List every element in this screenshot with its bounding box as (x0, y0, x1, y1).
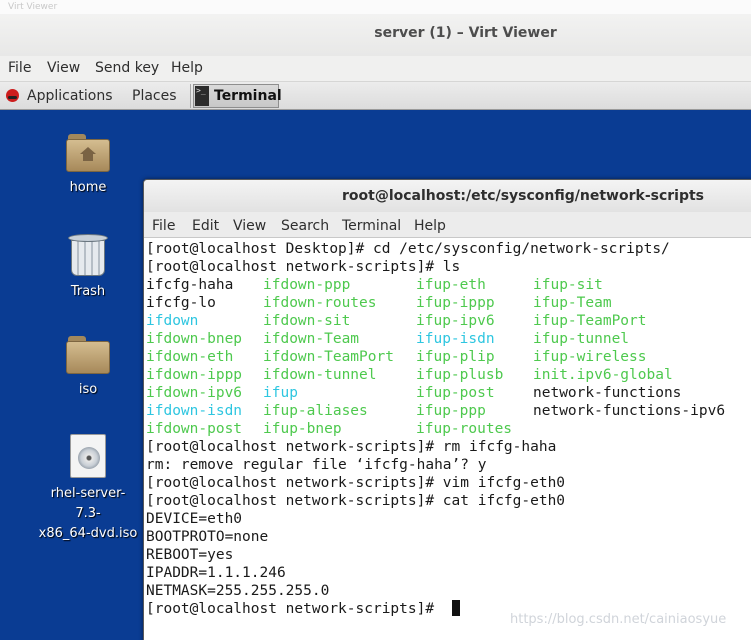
ls-entry: ifcfg-lo (146, 295, 216, 311)
gnome-top-bar: Applications Places >_ Terminal (0, 82, 751, 110)
terminal-cursor (452, 600, 460, 616)
desktop-icon-home[interactable]: home (38, 134, 138, 198)
guest-desktop[interactable]: Applications Places >_ Terminal home Tra… (0, 82, 751, 640)
ls-entry: ifup-eth (416, 277, 486, 293)
ls-entry: ifup-ippp (416, 295, 495, 311)
taskbar-terminal-label: Terminal (214, 88, 282, 104)
folder-icon (66, 336, 110, 374)
terminal-menu-view[interactable]: View (233, 218, 266, 234)
desktop-icon-label-line2: x86_64-dvd.iso (38, 526, 138, 541)
terminal-line: rm: remove regular file ‘ifcfg-haha’? y (146, 457, 487, 473)
redhat-logo-icon (6, 89, 19, 102)
ls-entry: init.ipv6-global (533, 367, 673, 383)
ls-entry: ifup-plusb (416, 367, 504, 383)
terminal-line: IPADDR=1.1.1.246 (146, 565, 286, 581)
viewer-menubar: File View Send key Help (0, 56, 751, 82)
ls-entry: ifup-wireless (533, 349, 647, 365)
ls-entry: ifup-aliases (263, 403, 368, 419)
terminal-line: [root@localhost network-scripts]# cat if… (146, 493, 566, 509)
ls-entry: ifdown-routes (263, 295, 377, 311)
terminal-menu-edit[interactable]: Edit (192, 218, 219, 234)
ls-entry: ifup-plip (416, 349, 495, 365)
ls-entry: ifup-isdn (416, 331, 495, 347)
home-folder-icon (66, 134, 110, 172)
terminal-title: root@localhost:/etc/sysconfig/network-sc… (342, 188, 705, 204)
ls-entry: ifdown-ppp (263, 277, 351, 293)
ls-entry: ifup-tunnel (533, 331, 630, 347)
viewer-menu-file[interactable]: File (8, 60, 31, 76)
terminal-menu-help[interactable]: Help (414, 218, 446, 234)
desktop-icon-label-line1: rhel-server-7.3- (50, 486, 126, 521)
ls-entry: ifup-ipv6 (416, 313, 495, 329)
desktop-icon-label: iso (78, 382, 98, 397)
applications-menu[interactable]: Applications (27, 88, 113, 104)
terminal-line: [root@localhost network-scripts]# vim if… (146, 475, 566, 491)
terminal-line: REBOOT=yes (146, 547, 234, 563)
terminal-output[interactable]: [root@localhost Desktop]# cd /etc/syscon… (144, 239, 751, 640)
ls-entry: ifup-routes (416, 421, 513, 437)
terminal-line: DEVICE=eth0 (146, 511, 243, 527)
ghost-title-text: Virt Viewer (8, 2, 58, 12)
ls-entry: ifdown-ipv6 (146, 385, 243, 401)
taskbar-terminal-button[interactable]: >_ Terminal (193, 84, 282, 108)
desktop-icon-trash[interactable]: Trash (38, 232, 138, 302)
terminal-line: NETMASK=255.255.255.0 (146, 583, 330, 599)
ls-entry: ifcfg-haha (146, 277, 234, 293)
desktop-icon-label: Trash (70, 284, 106, 299)
desktop-icon-iso[interactable]: iso (38, 336, 138, 400)
terminal-menu-terminal[interactable]: Terminal (342, 218, 401, 234)
ls-entry: ifdown-TeamPort (263, 349, 394, 365)
ls-entry: ifup-Team (533, 295, 612, 311)
terminal-line: [root@localhost network-scripts]# (146, 601, 443, 617)
watermark-text: https://blog.csdn.net/cainiaosyue (510, 612, 727, 627)
ls-entry: ifdown-eth (146, 349, 234, 365)
desktop-icon-rhel-iso[interactable]: rhel-server-7.3- x86_64-dvd.iso (38, 434, 138, 544)
ls-entry: network-functions (533, 385, 682, 401)
terminal-line: [root@localhost network-scripts]# ls (146, 259, 461, 275)
viewer-menu-view[interactable]: View (47, 60, 80, 76)
terminal-menu-file[interactable]: File (152, 218, 175, 234)
viewer-titlebar: Virt Viewer server (1) – Virt Viewer (0, 0, 751, 56)
disc-image-icon (70, 434, 106, 478)
ls-entry: ifdown-tunnel (263, 367, 377, 383)
ls-entry: ifdown-ippp (146, 367, 243, 383)
ls-entry: ifdown-Team (263, 331, 360, 347)
terminal-menu-search[interactable]: Search (281, 218, 329, 234)
viewer-window-title: server (1) – Virt Viewer (374, 25, 557, 41)
viewer-menu-send-key[interactable]: Send key (95, 60, 159, 76)
ls-entry: network-functions-ipv6 (533, 403, 726, 419)
ls-entry: ifdown-sit (263, 313, 351, 329)
terminal-menubar: File Edit View Search Terminal Help (144, 212, 751, 238)
terminal-titlebar[interactable]: root@localhost:/etc/sysconfig/network-sc… (144, 180, 751, 212)
ls-entry: ifup-ppp (416, 403, 486, 419)
ls-entry: ifup-post (416, 385, 495, 401)
terminal-line: [root@localhost network-scripts]# rm ifc… (146, 439, 557, 455)
terminal-line: BOOTPROTO=none (146, 529, 269, 545)
terminal-icon: >_ (195, 86, 209, 106)
ls-entry: ifup (263, 385, 298, 401)
terminal-window[interactable]: root@localhost:/etc/sysconfig/network-sc… (143, 179, 751, 640)
viewer-menu-help[interactable]: Help (171, 60, 203, 76)
ls-entry: ifdown-isdn (146, 403, 243, 419)
trash-icon (68, 232, 108, 278)
desktop-icon-label: home (69, 180, 107, 195)
ls-entry: ifup-bnep (263, 421, 342, 437)
terminal-line: [root@localhost Desktop]# cd /etc/syscon… (146, 241, 670, 257)
ls-entry: ifdown-post (146, 421, 243, 437)
ls-entry: ifdown (146, 313, 199, 329)
ls-entry: ifdown-bnep (146, 331, 243, 347)
viewer-top-strip: Virt Viewer (0, 0, 751, 14)
taskbar-separator (190, 84, 191, 108)
ls-entry: ifup-sit (533, 277, 603, 293)
places-menu[interactable]: Places (132, 88, 177, 104)
ls-entry: ifup-TeamPort (533, 313, 647, 329)
